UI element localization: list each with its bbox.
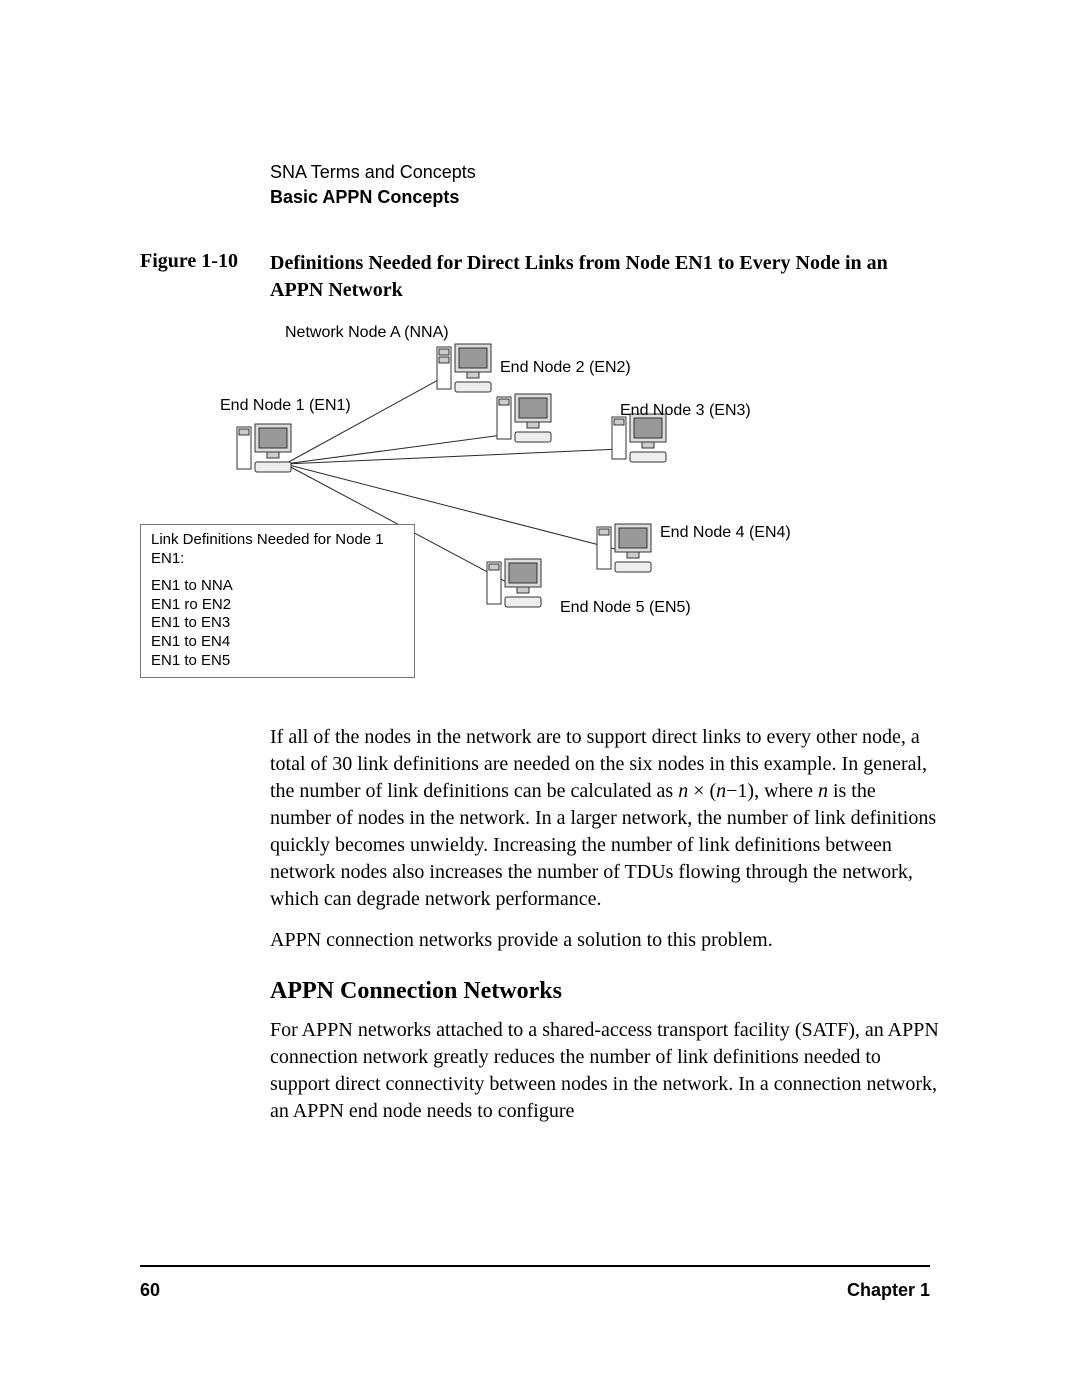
link-box-line: EN1 to EN5	[151, 652, 404, 671]
label-nna: Network Node A (NNA)	[285, 324, 449, 342]
body-text-2: For APPN networks attached to a shared-a…	[270, 1017, 940, 1125]
link-definitions-box: Link Definitions Needed for Node 1 EN1: …	[140, 524, 415, 677]
figure-diagram: Network Node A (NNA) End Node 2 (EN2) En…	[140, 324, 810, 644]
p1-mid: × (	[688, 780, 716, 802]
header-chapter-topic: SNA Terms and Concepts	[270, 160, 940, 185]
page: SNA Terms and Concepts Basic APPN Concep…	[0, 0, 1080, 1397]
label-en5: End Node 5 (EN5)	[560, 599, 691, 617]
computer-en1-icon	[235, 419, 295, 474]
link-box-line: EN1 ro EN2	[151, 596, 404, 615]
paragraph-1: If all of the nodes in the network are t…	[270, 724, 940, 913]
computer-en2-icon	[495, 389, 555, 444]
figure-caption: Definitions Needed for Direct Links from…	[270, 250, 940, 304]
page-number: 60	[140, 1280, 160, 1301]
chapter-label: Chapter 1	[847, 1280, 930, 1301]
link-box-line: EN1 to EN4	[151, 633, 404, 652]
running-header: SNA Terms and Concepts Basic APPN Concep…	[270, 160, 940, 210]
link-box-line: EN1 to EN3	[151, 614, 404, 633]
footer-rule	[140, 1265, 930, 1267]
page-footer: 60 Chapter 1	[140, 1280, 930, 1301]
computer-en5-icon	[485, 554, 545, 609]
p1-n1: n	[678, 780, 688, 802]
body-text: If all of the nodes in the network are t…	[270, 724, 940, 954]
label-en4: End Node 4 (EN4)	[660, 524, 791, 542]
label-en1: End Node 1 (EN1)	[220, 397, 351, 415]
p1-n2: n	[716, 780, 726, 802]
section-heading: APPN Connection Networks	[270, 978, 940, 1005]
paragraph-2: APPN connection networks provide a solut…	[270, 927, 940, 954]
computer-nna-icon	[435, 339, 495, 394]
header-section: Basic APPN Concepts	[270, 185, 940, 210]
p1-n3: n	[818, 780, 828, 802]
link-box-line: EN1 to NNA	[151, 577, 404, 596]
computer-en4-icon	[595, 519, 655, 574]
figure-heading-row: Figure 1-10 Definitions Needed for Direc…	[140, 250, 940, 304]
label-en2: End Node 2 (EN2)	[500, 359, 631, 377]
paragraph-3: For APPN networks attached to a shared-a…	[270, 1017, 940, 1125]
p1-mid2: −1), where	[726, 780, 818, 802]
label-en3: End Node 3 (EN3)	[620, 402, 751, 420]
link-box-title: Link Definitions Needed for Node 1 EN1:	[151, 531, 404, 569]
figure-label: Figure 1-10	[140, 250, 270, 273]
